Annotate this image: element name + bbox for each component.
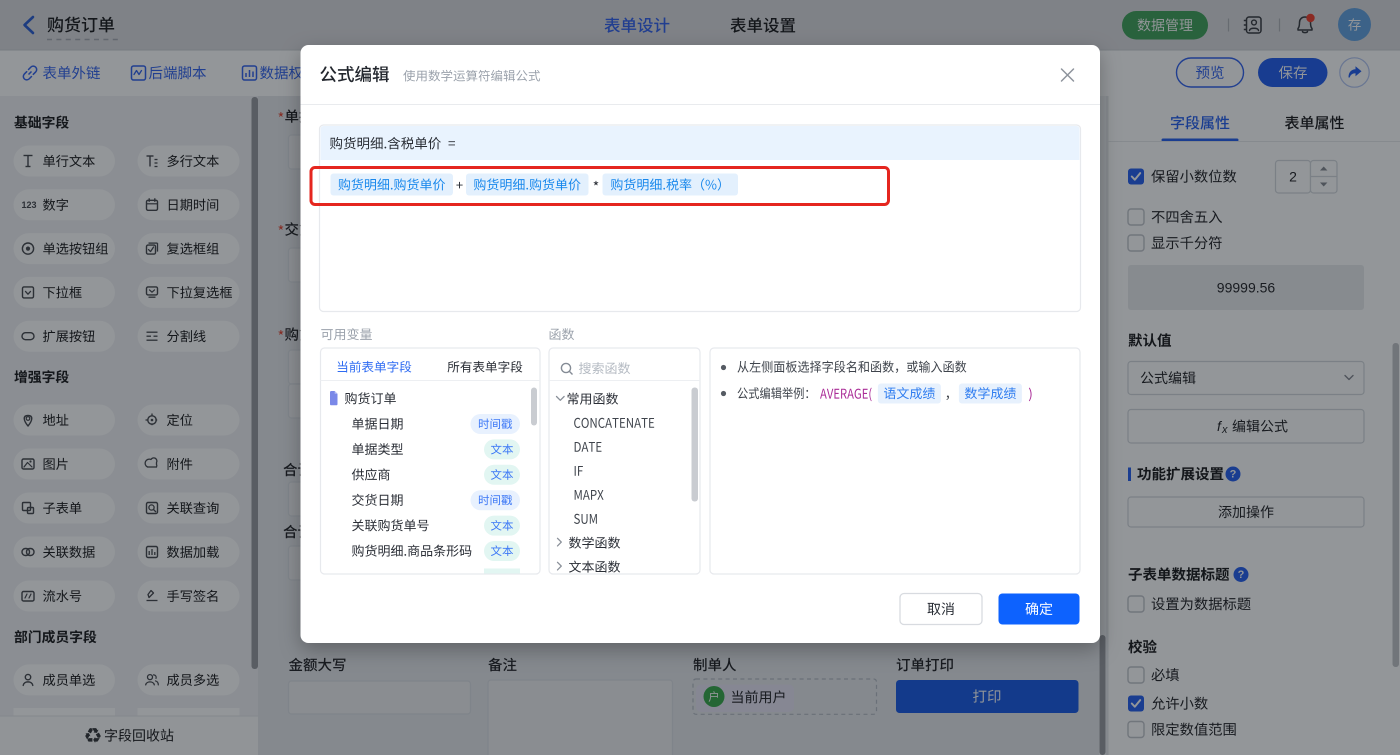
svg-text:x: x: [1221, 424, 1228, 436]
svg-text:123: 123: [22, 200, 37, 210]
svg-text:2: 2: [1289, 169, 1297, 185]
svg-text:?: ?: [1230, 469, 1237, 481]
svg-text:99999.56: 99999.56: [1217, 280, 1276, 296]
svg-text:?: ?: [1238, 569, 1245, 581]
